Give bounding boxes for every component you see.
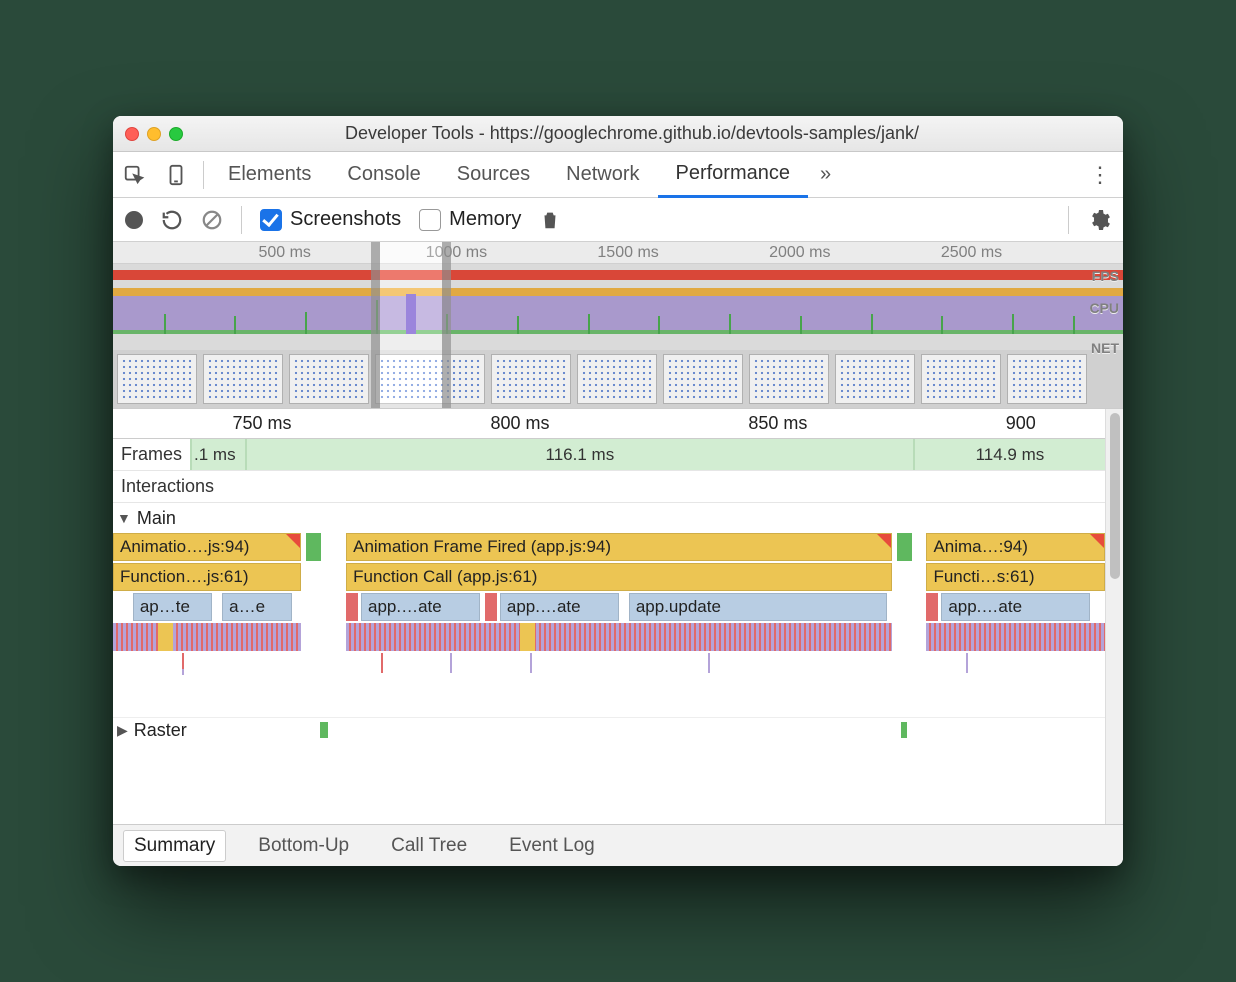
frames-label: Frames — [113, 444, 190, 465]
btab-summary[interactable]: Summary — [123, 830, 226, 862]
main-flame-chart[interactable]: Animatio….js:94) Animation Frame Fired (… — [113, 533, 1105, 743]
screenshots-checkbox[interactable]: Screenshots — [260, 208, 401, 231]
traffic-lights — [125, 127, 183, 141]
frames-track: .1 ms 116.1 ms 114.9 ms — [190, 439, 1105, 470]
tab-performance[interactable]: Performance — [658, 152, 809, 198]
interactions-label: Interactions — [113, 476, 222, 497]
d-tick: 850 ms — [748, 413, 807, 434]
inspect-icon[interactable] — [113, 152, 155, 197]
vertical-scrollbar[interactable] — [1105, 409, 1123, 824]
device-toggle-icon[interactable] — [155, 152, 197, 197]
overview-shade-left — [113, 242, 371, 408]
checkbox-unchecked-icon — [419, 209, 441, 231]
titlebar: Developer Tools - https://googlechrome.g… — [113, 116, 1123, 152]
flame-bar-label: Function Call (app.js:61) — [353, 567, 537, 587]
flame-bar-label: app.update — [636, 597, 721, 617]
window-title: Developer Tools - https://googlechrome.g… — [193, 123, 1111, 144]
zoom-icon[interactable] — [169, 127, 183, 141]
screenshots-label: Screenshots — [290, 208, 401, 231]
flame-bar-label: a…e — [229, 597, 265, 617]
minimize-icon[interactable] — [147, 127, 161, 141]
checkbox-checked-icon — [260, 209, 282, 231]
overview-shade-right — [451, 242, 1123, 408]
tab-sources[interactable]: Sources — [439, 152, 548, 198]
flame-bar-label: Functi…s:61) — [933, 567, 1034, 587]
reload-record-button[interactable] — [161, 209, 183, 231]
raster-section-label: Raster — [134, 720, 187, 741]
main-section-label: Main — [137, 508, 176, 529]
flame-bar-label: ap…te — [140, 597, 190, 617]
tab-console[interactable]: Console — [329, 152, 438, 198]
memory-label: Memory — [449, 208, 521, 231]
detail-pane: 750 ms 800 ms 850 ms 900 ms Frames .1 ms… — [113, 409, 1123, 824]
flame-bar-label: Function….js:61) — [120, 567, 249, 587]
tab-network[interactable]: Network — [548, 152, 657, 198]
kebab-menu-icon[interactable]: ⋮ — [1089, 162, 1113, 188]
btab-call-tree[interactable]: Call Tree — [381, 831, 477, 861]
flame-bar-label: Anima…:94) — [933, 537, 1027, 557]
detail-ruler: 750 ms 800 ms 850 ms 900 ms — [113, 409, 1105, 439]
main-section-header[interactable]: ▼ Main — [113, 503, 1105, 533]
collapse-triangle-icon: ▶ — [117, 722, 128, 739]
settings-icon[interactable] — [1087, 208, 1111, 232]
bottom-tabstrip: Summary Bottom-Up Call Tree Event Log — [113, 824, 1123, 866]
flame-bar-label: app.…ate — [368, 597, 442, 617]
flame-bar-label: app.…ate — [507, 597, 581, 617]
memory-checkbox[interactable]: Memory — [419, 208, 521, 231]
btab-event-log[interactable]: Event Log — [499, 831, 605, 861]
frame-segment[interactable]: 116.1 ms — [245, 439, 913, 470]
flame-bar-label: Animatio….js:94) — [120, 537, 249, 557]
devtools-window: Developer Tools - https://googlechrome.g… — [113, 116, 1123, 866]
perf-toolbar: Screenshots Memory — [113, 198, 1123, 242]
more-tabs-icon[interactable]: » — [820, 163, 831, 186]
frame-segment[interactable]: .1 ms — [190, 439, 245, 470]
main-tab-list: Elements Console Sources Network Perform… — [210, 152, 808, 198]
flame-bar-label: Animation Frame Fired (app.js:94) — [353, 537, 611, 557]
btab-bottom-up[interactable]: Bottom-Up — [248, 831, 359, 861]
clear-button[interactable] — [201, 209, 223, 231]
frames-row[interactable]: Frames .1 ms 116.1 ms 114.9 ms — [113, 439, 1105, 471]
d-tick: 750 ms — [233, 413, 292, 434]
frame-segment[interactable]: 114.9 ms — [913, 439, 1105, 470]
d-tick: 800 ms — [490, 413, 549, 434]
raster-section-header[interactable]: ▶ Raster — [113, 717, 1105, 743]
main-tabstrip: Elements Console Sources Network Perform… — [113, 152, 1123, 198]
record-button[interactable] — [125, 211, 143, 229]
overview-pane[interactable]: 500 ms 1000 ms 1500 ms 2000 ms 2500 ms — [113, 242, 1123, 409]
expand-triangle-icon: ▼ — [117, 510, 131, 526]
flame-bar-label: app.…ate — [948, 597, 1022, 617]
tab-elements[interactable]: Elements — [210, 152, 329, 198]
interactions-row[interactable]: Interactions — [113, 471, 1105, 503]
close-icon[interactable] — [125, 127, 139, 141]
collect-garbage-button[interactable] — [539, 209, 561, 231]
